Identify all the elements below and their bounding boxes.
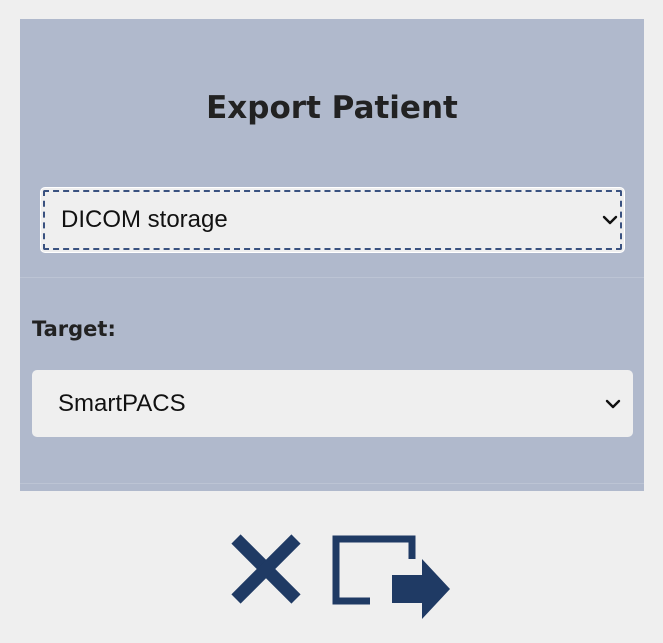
export-format-select[interactable]: DICOM storage [40,187,625,253]
chevron-down-icon [605,399,621,408]
export-dialog: Export Patient DICOM storage Target: Sma… [0,0,663,643]
export-button[interactable] [330,533,454,619]
dialog-title: Export Patient [206,90,458,126]
chevron-down-icon [602,215,618,225]
export-format-value: DICOM storage [61,206,228,233]
export-panel: Export Patient DICOM storage Target: Sma… [20,19,644,491]
cancel-button[interactable] [226,529,306,609]
close-icon [231,534,301,604]
export-icon [332,535,450,619]
target-value: SmartPACS [58,389,186,417]
target-section: Target: SmartPACS [20,278,644,484]
target-label: Target: [32,317,116,341]
dialog-actions [0,525,663,625]
target-select[interactable]: SmartPACS [32,370,633,437]
format-section: Export Patient DICOM storage [20,19,644,278]
